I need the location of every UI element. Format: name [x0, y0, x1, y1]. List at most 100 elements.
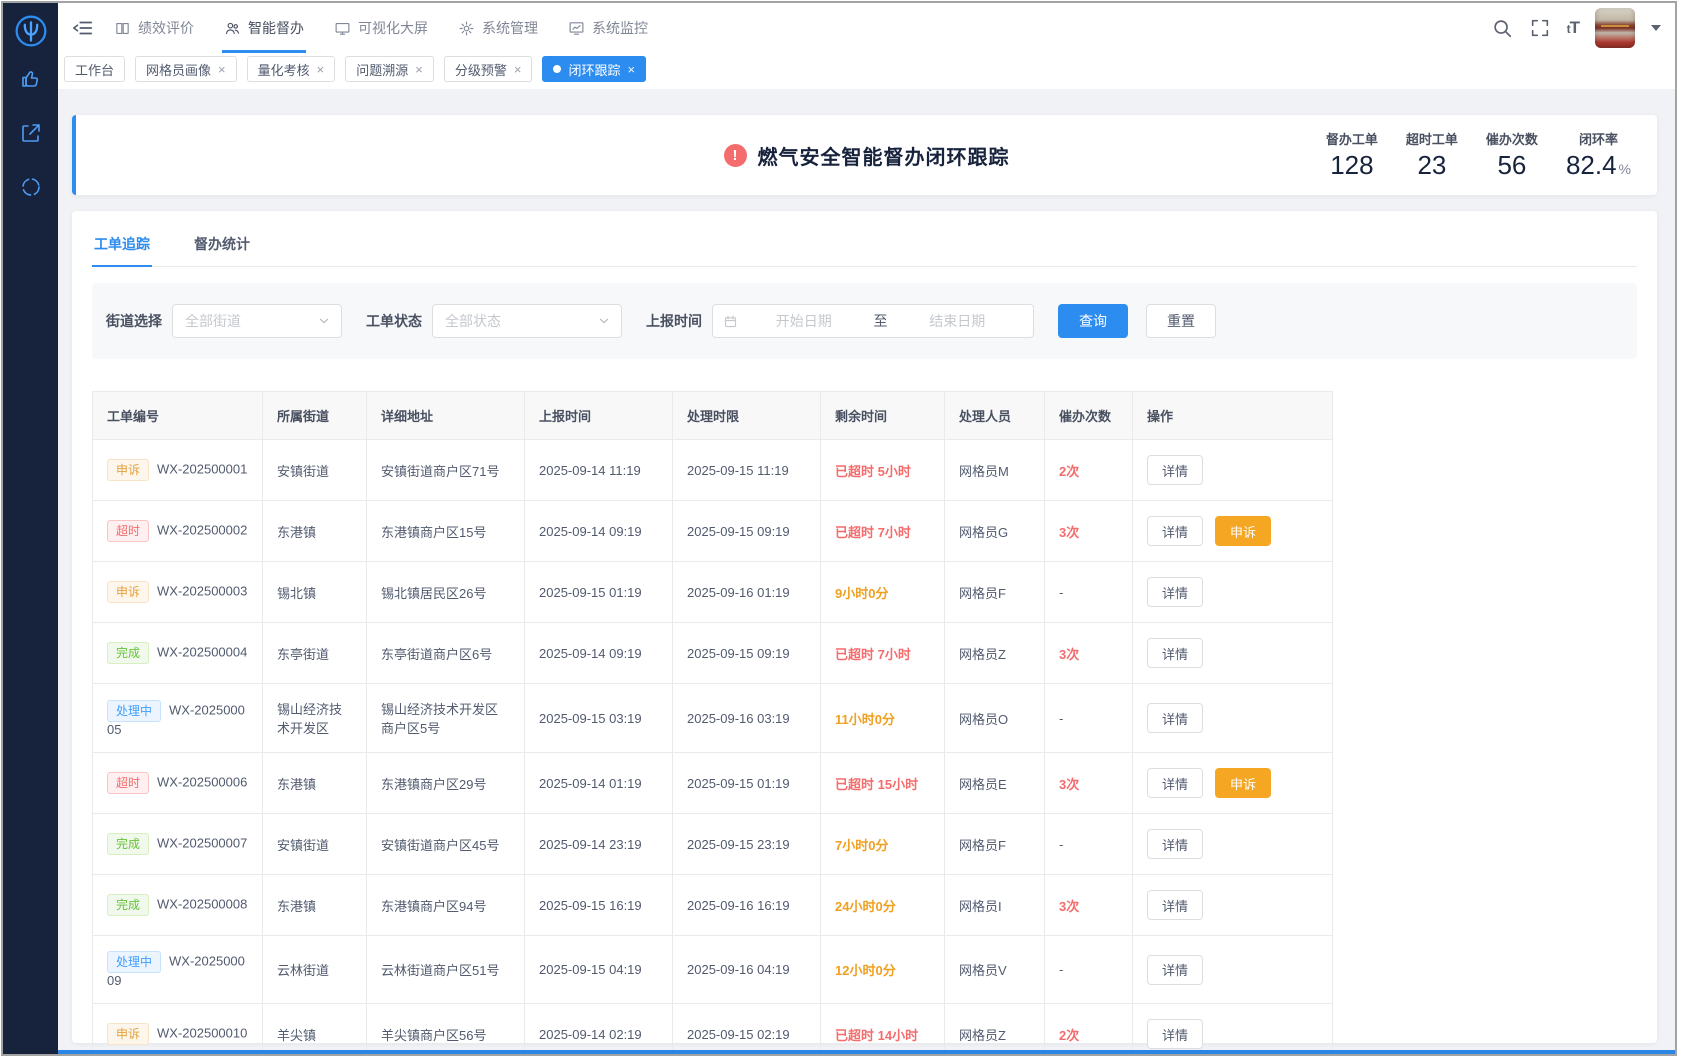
fullscreen-icon[interactable] [1529, 17, 1551, 39]
status-filter-label: 工单状态 [366, 311, 422, 331]
reset-button[interactable]: 重置 [1146, 304, 1216, 338]
cell-reported: 2025-09-14 23:19 [525, 814, 673, 875]
table-row: 处理中WX-202500005锡山经济技术开发区锡山经济技术开发区商户区5号20… [93, 684, 1333, 753]
app-logo[interactable] [9, 9, 53, 53]
status-badge: 超时 [107, 520, 149, 542]
segmented-circle-icon[interactable] [19, 175, 43, 199]
detail-button[interactable]: 详情 [1147, 455, 1203, 485]
cell-handler: 网格员F [945, 562, 1045, 623]
cell-remaining: 7小时0分 [821, 814, 945, 875]
external-link-icon[interactable] [19, 121, 43, 145]
header-stats: 督办工单128超时工单23催办次数56闭环率82.4% [1326, 115, 1631, 195]
cell-actions: 详情 [1133, 814, 1333, 875]
stat-催办次数: 催办次数56 [1486, 129, 1538, 181]
cell-reported: 2025-09-15 01:19 [525, 562, 673, 623]
detail-button[interactable]: 详情 [1147, 577, 1203, 607]
page-tab-量化考核[interactable]: 量化考核 × [247, 56, 336, 82]
detail-button[interactable]: 详情 [1147, 638, 1203, 668]
stat-超时工单: 超时工单23 [1406, 129, 1458, 181]
cell-urge-count: 3次 [1045, 501, 1133, 562]
top-navigation-bar: 绩效评价 智能督办 可视化大屏 系统管理 系统监控 ttTT [58, 3, 1675, 53]
nav-item-label: 系统监控 [592, 18, 648, 38]
page-tab-label: 工作台 [75, 60, 114, 79]
cell-handler: 网格员F [945, 814, 1045, 875]
cell-address: 东亭街道商户区6号 [367, 623, 525, 684]
detail-button[interactable]: 详情 [1147, 1019, 1203, 1049]
page-tab-分级预警[interactable]: 分级预警 × [444, 56, 533, 82]
menu-collapse-icon[interactable] [68, 13, 98, 43]
like-icon[interactable] [19, 67, 43, 91]
nav-item-system-monitor[interactable]: 系统监控 [566, 3, 650, 53]
nav-item-label: 系统管理 [482, 18, 538, 38]
cell-actions: 详情 [1133, 1004, 1333, 1051]
table-row: 处理中WX-202500009云林街道云林街道商户区51号2025-09-15 … [93, 936, 1333, 1004]
close-icon[interactable]: × [627, 63, 635, 76]
page-tab-label: 网格员画像 [146, 60, 211, 79]
table-header-row: 工单编号所属街道详细地址上报时间处理时限剩余时间处理人员催办次数操作 [93, 392, 1333, 440]
cell-actions: 详情申诉 [1133, 753, 1333, 814]
cell-address: 东港镇商户区29号 [367, 753, 525, 814]
status-badge: 完成 [107, 833, 149, 855]
nav-item-label: 绩效评价 [138, 18, 194, 38]
detail-button[interactable]: 详情 [1147, 768, 1203, 798]
search-icon[interactable] [1491, 17, 1513, 39]
font-size-icon[interactable]: ttTT [1567, 18, 1579, 38]
status-select[interactable]: 全部状态 [432, 304, 622, 338]
cell-handler: 网格员O [945, 684, 1045, 753]
start-date-input[interactable] [738, 313, 870, 329]
user-avatar[interactable] [1595, 8, 1635, 48]
cell-urge-count: 2次 [1045, 440, 1133, 501]
cell-remaining: 已超时 5小时 [821, 440, 945, 501]
user-menu-caret-icon[interactable] [1651, 25, 1661, 31]
street-select[interactable]: 全部街道 [172, 304, 342, 338]
cell-street: 锡北镇 [263, 562, 367, 623]
cell-deadline: 2025-09-15 09:19 [673, 501, 821, 562]
header-card: ! 燃气安全智能督办闭环跟踪 督办工单128超时工单23催办次数56闭环率82.… [72, 115, 1657, 195]
appeal-button[interactable]: 申诉 [1215, 516, 1271, 546]
cell-order-id: 完成WX-202500004 [93, 623, 263, 684]
nav-item-performance[interactable]: 绩效评价 [112, 3, 196, 53]
cell-reported: 2025-09-14 02:19 [525, 1004, 673, 1051]
cell-deadline: 2025-09-16 03:19 [673, 684, 821, 753]
detail-button[interactable]: 详情 [1147, 955, 1203, 985]
cell-order-id: 超时WX-202500002 [93, 501, 263, 562]
close-icon[interactable]: × [514, 63, 522, 76]
cell-urge-count: 3次 [1045, 623, 1133, 684]
stat-label: 闭环率 [1566, 129, 1631, 148]
page-tab-工作台[interactable]: 工作台 [64, 56, 125, 82]
cell-order-id: 完成WX-202500007 [93, 814, 263, 875]
cell-actions: 详情申诉 [1133, 501, 1333, 562]
page-tab-label: 分级预警 [455, 60, 507, 79]
table-body: 申诉WX-202500001安镇街道安镇街道商户区71号2025-09-14 1… [93, 440, 1333, 1051]
detail-button[interactable]: 详情 [1147, 703, 1203, 733]
page-tab-网格员画像[interactable]: 网格员画像 × [135, 56, 237, 82]
nav-item-system-mgmt[interactable]: 系统管理 [456, 3, 540, 53]
page-tab-闭环跟踪[interactable]: 闭环跟踪 × [542, 56, 646, 82]
detail-button[interactable]: 详情 [1147, 516, 1203, 546]
end-date-input[interactable] [892, 313, 1024, 329]
status-badge: 处理中 [107, 700, 161, 722]
page-tab-label: 量化考核 [258, 60, 310, 79]
nav-item-supervise[interactable]: 智能督办 [222, 3, 306, 53]
close-icon[interactable]: × [415, 63, 423, 76]
cell-address: 锡北镇居民区26号 [367, 562, 525, 623]
cell-actions: 详情 [1133, 623, 1333, 684]
close-icon[interactable]: × [218, 63, 226, 76]
date-range-separator: 至 [870, 311, 892, 331]
query-button[interactable]: 查询 [1058, 304, 1128, 338]
appeal-button[interactable]: 申诉 [1215, 768, 1271, 798]
cell-street: 东港镇 [263, 875, 367, 936]
page-tab-label: 闭环跟踪 [568, 60, 620, 79]
page-tab-问题溯源[interactable]: 问题溯源× [345, 56, 434, 82]
nav-item-bigscreen[interactable]: 可视化大屏 [332, 3, 430, 53]
close-icon[interactable]: × [317, 63, 325, 76]
detail-button[interactable]: 详情 [1147, 829, 1203, 859]
nav-item-label: 智能督办 [248, 18, 304, 38]
status-badge: 申诉 [107, 581, 149, 603]
detail-button[interactable]: 详情 [1147, 890, 1203, 920]
cell-handler: 网格员I [945, 875, 1045, 936]
panel-tab-工单追踪[interactable]: 工单追踪 [92, 227, 152, 266]
panel-tab-督办统计[interactable]: 督办统计 [192, 227, 252, 266]
gear-icon [458, 20, 475, 37]
date-range-input[interactable]: 至 [712, 304, 1034, 338]
